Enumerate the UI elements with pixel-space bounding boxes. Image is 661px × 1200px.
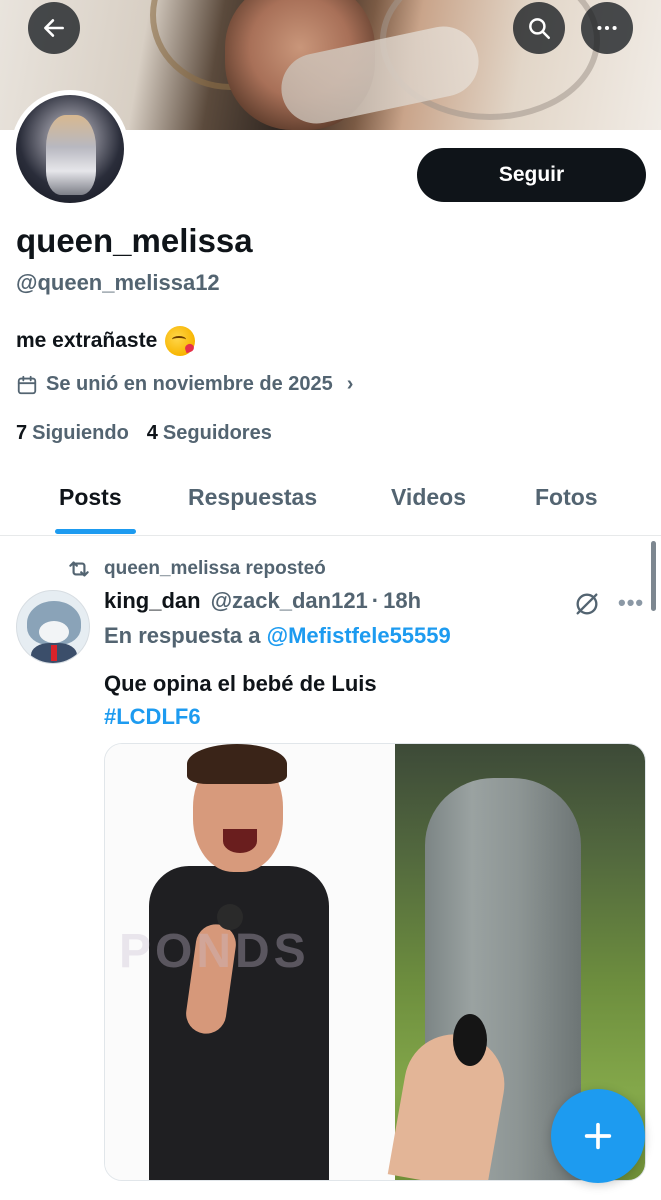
back-arrow-icon: [44, 19, 64, 37]
compose-button[interactable]: [551, 1089, 645, 1183]
post-header: king_dan @zack_dan121 · 18h: [104, 588, 421, 614]
post-body: Que opina el bebé de Luis #LCDLF6: [104, 667, 377, 733]
scrollbar[interactable]: [651, 541, 656, 611]
display-name: queen_melissa: [16, 222, 253, 259]
joined-date[interactable]: Se unió en noviembre de 2025 ›: [16, 373, 353, 396]
avatar-tie: [51, 645, 57, 661]
search-button[interactable]: [513, 2, 565, 54]
post-text: Que opina el bebé de Luis: [104, 671, 377, 696]
search-icon: [529, 18, 550, 39]
more-icon: [597, 25, 617, 31]
post-author-handle[interactable]: @zack_dan121: [211, 588, 368, 614]
joined-text: Se unió en noviembre de 2025: [46, 373, 333, 395]
plus-icon: [584, 1122, 612, 1150]
reply-context: En respuesta a @Mefistfele55559: [104, 623, 451, 649]
followers-label: Seguidores: [162, 422, 272, 444]
tab-videos[interactable]: Videos: [391, 484, 466, 511]
microphone-icon: [453, 1014, 487, 1066]
tab-respuestas[interactable]: Respuestas: [188, 484, 317, 511]
bio-text: me extrañaste: [16, 329, 158, 352]
kissing-face-emoji-icon: [165, 326, 196, 356]
following-link[interactable]: 7 Siguiendo: [16, 422, 129, 445]
profile-tabs: Posts Respuestas Videos Fotos: [0, 470, 661, 536]
tab-posts[interactable]: Posts: [59, 484, 122, 511]
calendar-icon: [17, 375, 37, 394]
chevron-right-icon: ›: [346, 373, 354, 395]
profile-bio: me extrañaste: [16, 326, 196, 356]
post-hashtag[interactable]: #LCDLF6: [104, 700, 377, 733]
tab-fotos[interactable]: Fotos: [535, 484, 598, 511]
following-count: 7: [16, 422, 28, 444]
follow-button[interactable]: Seguir: [417, 148, 646, 202]
repost-label: queen_melissa reposteó: [104, 558, 326, 579]
followers-count: 4: [146, 422, 158, 444]
repost-icon: [69, 561, 89, 577]
follow-stats: 7 Siguiendo 4 Seguidores: [16, 422, 272, 445]
avatar-figure: [46, 115, 96, 195]
post-time[interactable]: 18h: [383, 588, 421, 614]
repost-indicator[interactable]: queen_melissa reposteó: [66, 556, 326, 582]
back-button[interactable]: [28, 2, 80, 54]
post-author-name[interactable]: king_dan: [104, 588, 201, 614]
avatar-shark-belly: [39, 621, 69, 643]
followers-link[interactable]: 4 Seguidores: [147, 422, 272, 445]
media-singer-image: PONDS: [105, 744, 395, 1180]
profile-handle: @queen_melissa12: [16, 270, 220, 295]
grok-icon[interactable]: [573, 590, 601, 618]
post-more-icon[interactable]: •••: [618, 590, 644, 616]
post-meta-separator: ·: [371, 588, 380, 613]
profile-avatar[interactable]: [11, 90, 129, 208]
post-author-avatar[interactable]: [16, 590, 90, 664]
following-label: Siguiendo: [32, 422, 129, 444]
media-watermark: PONDS: [119, 925, 310, 978]
reply-mention[interactable]: @Mefistfele55559: [267, 623, 451, 648]
more-options-button[interactable]: [581, 2, 633, 54]
singer-hair: [187, 744, 287, 784]
active-tab-indicator: [55, 529, 136, 534]
singer-mouth: [223, 829, 257, 853]
reply-prefix: En respuesta a: [104, 623, 261, 648]
